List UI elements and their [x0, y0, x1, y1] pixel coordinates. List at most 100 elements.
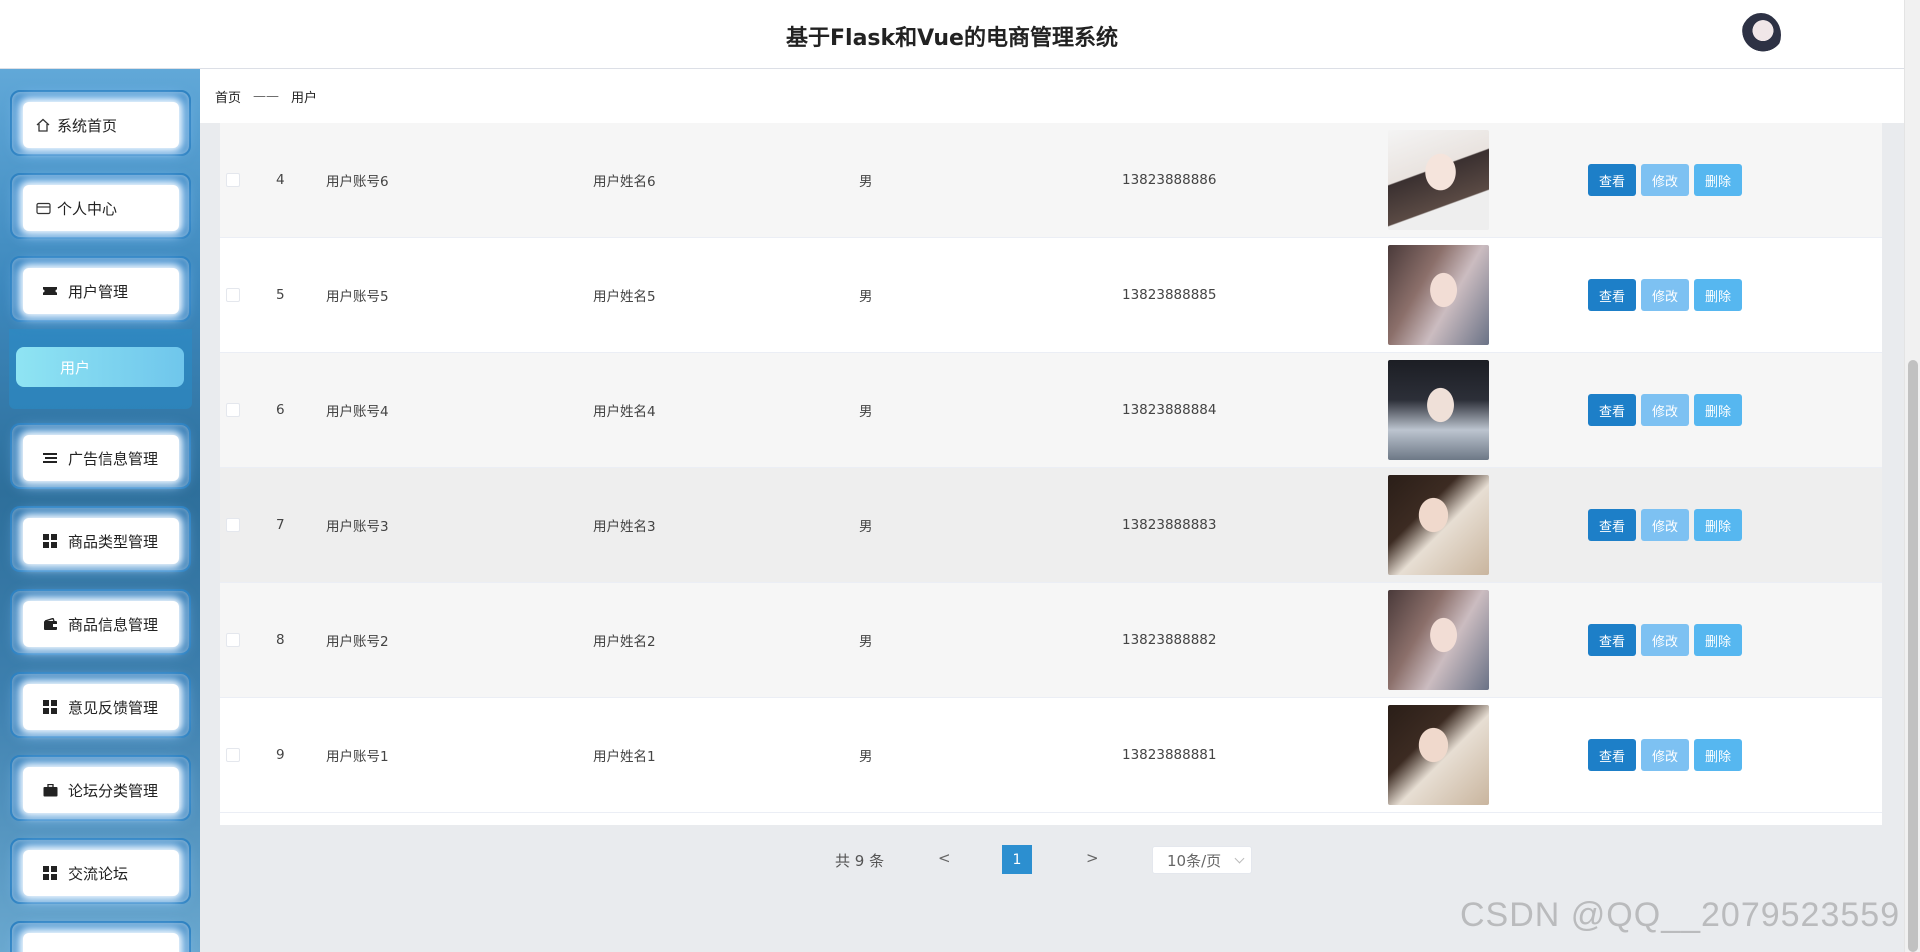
- row-actions: 查看 修改 删除: [1588, 739, 1742, 771]
- table-row: 5 用户账号5 用户姓名5 男 13823888885 查看 修改 删除: [220, 238, 1882, 353]
- sidebar-item-home[interactable]: 系统首页: [23, 102, 179, 148]
- row-checkbox[interactable]: [226, 518, 240, 532]
- row-actions: 查看 修改 删除: [1588, 279, 1742, 311]
- sidebar-item-label: 广告信息管理: [68, 449, 159, 468]
- page-size-value: 10条/页: [1167, 851, 1222, 870]
- sidebar-item-user-mgmt-frame: 用户管理: [10, 256, 191, 322]
- scrollbar-thumb[interactable]: [1908, 360, 1918, 952]
- row-name: 用户姓名4: [593, 404, 656, 420]
- delete-button[interactable]: 删除: [1694, 279, 1742, 311]
- sidebar-item-ads[interactable]: 广告信息管理: [23, 435, 179, 481]
- sidebar-item-goods[interactable]: 商品信息管理: [23, 601, 179, 647]
- row-actions: 查看 修改 删除: [1588, 394, 1742, 426]
- vertical-scrollbar[interactable]: [1904, 0, 1920, 952]
- row-checkbox[interactable]: [226, 748, 240, 762]
- pagination-prev-button[interactable]: <: [938, 849, 951, 867]
- row-account: 用户账号2: [326, 634, 389, 650]
- table-row: 7 用户账号3 用户姓名3 男 13823888883 查看 修改 删除: [220, 468, 1882, 583]
- user-avatar[interactable]: [1741, 13, 1781, 57]
- row-name: 用户姓名6: [593, 174, 656, 190]
- sidebar-item-label: 系统首页: [57, 116, 118, 135]
- sidebar-item-ads-frame: 广告信息管理: [10, 423, 191, 489]
- ticket-icon: [42, 283, 58, 299]
- table-row: 4 用户账号6 用户姓名6 男 13823888886 查看 修改 删除: [220, 123, 1882, 238]
- row-checkbox[interactable]: [226, 633, 240, 647]
- row-name: 用户姓名5: [593, 289, 656, 305]
- view-button[interactable]: 查看: [1588, 739, 1636, 771]
- id-card-icon: [35, 200, 51, 216]
- sidebar-item-more-frame: [10, 921, 191, 952]
- sidebar-item-label: 商品类型管理: [68, 532, 159, 551]
- row-photo: [1388, 130, 1489, 230]
- view-button[interactable]: 查看: [1588, 624, 1636, 656]
- top-header: 基于Flask和Vue的电商管理系统: [0, 0, 1904, 69]
- delete-button[interactable]: 删除: [1694, 509, 1742, 541]
- row-phone: 13823888882: [1122, 632, 1217, 648]
- row-photo: [1388, 360, 1489, 460]
- edit-button[interactable]: 修改: [1641, 394, 1689, 426]
- edit-button[interactable]: 修改: [1641, 739, 1689, 771]
- row-name: 用户姓名2: [593, 634, 656, 650]
- sidebar-item-forum[interactable]: 交流论坛: [23, 850, 179, 896]
- row-gender: 男: [859, 634, 873, 650]
- breadcrumb-separator: ——: [253, 88, 280, 104]
- row-gender: 男: [859, 174, 873, 190]
- page-size-select[interactable]: 10条/页: [1152, 846, 1252, 874]
- row-index: 6: [276, 402, 285, 418]
- row-gender: 男: [859, 404, 873, 420]
- sidebar-item-feedback-frame: 意见反馈管理: [10, 672, 191, 738]
- sidebar: 系统首页 个人中心 用户管理 用户 广告信息管理 商品类型管理 商品信息管理 意…: [0, 69, 200, 952]
- edit-button[interactable]: 修改: [1641, 279, 1689, 311]
- row-actions: 查看 修改 删除: [1588, 164, 1742, 196]
- sidebar-item-forum-frame: 交流论坛: [10, 838, 191, 904]
- user-table: 4 用户账号6 用户姓名6 男 13823888886 查看 修改 删除 5 用…: [220, 123, 1882, 825]
- row-index: 4: [276, 172, 285, 188]
- sidebar-item-label: 意见反馈管理: [68, 698, 159, 717]
- delete-button[interactable]: 删除: [1694, 739, 1742, 771]
- row-checkbox[interactable]: [226, 288, 240, 302]
- row-account: 用户账号6: [326, 174, 389, 190]
- sidebar-item-forum-category-frame: 论坛分类管理: [10, 755, 191, 821]
- home-icon: [35, 117, 51, 133]
- view-button[interactable]: 查看: [1588, 164, 1636, 196]
- breadcrumb-home[interactable]: 首页: [215, 87, 241, 106]
- delete-button[interactable]: 删除: [1694, 164, 1742, 196]
- sidebar-item-feedback[interactable]: 意见反馈管理: [23, 684, 179, 730]
- chevron-down-icon: [1234, 853, 1245, 864]
- row-gender: 男: [859, 519, 873, 535]
- edit-button[interactable]: 修改: [1641, 164, 1689, 196]
- row-photo: [1388, 590, 1489, 690]
- sidebar-item-more[interactable]: [23, 933, 179, 952]
- view-button[interactable]: 查看: [1588, 394, 1636, 426]
- pagination-page-1[interactable]: 1: [1002, 845, 1032, 874]
- sidebar-subitem-user[interactable]: 用户: [16, 347, 184, 387]
- row-account: 用户账号5: [326, 289, 389, 305]
- view-button[interactable]: 查看: [1588, 509, 1636, 541]
- sidebar-item-user-mgmt[interactable]: 用户管理: [23, 268, 179, 314]
- edit-button[interactable]: 修改: [1641, 509, 1689, 541]
- row-index: 5: [276, 287, 285, 303]
- pagination-next-button[interactable]: >: [1086, 849, 1099, 867]
- row-name: 用户姓名3: [593, 519, 656, 535]
- row-actions: 查看 修改 删除: [1588, 624, 1742, 656]
- delete-button[interactable]: 删除: [1694, 394, 1742, 426]
- row-photo: [1388, 705, 1489, 805]
- sidebar-item-category-frame: 商品类型管理: [10, 506, 191, 572]
- grid-icon: [42, 533, 58, 549]
- table-row: 6 用户账号4 用户姓名4 男 13823888884 查看 修改 删除: [220, 353, 1882, 468]
- row-index: 8: [276, 632, 285, 648]
- row-checkbox[interactable]: [226, 173, 240, 187]
- sidebar-item-profile[interactable]: 个人中心: [23, 185, 179, 231]
- sidebar-item-label: 个人中心: [57, 199, 118, 218]
- edit-button[interactable]: 修改: [1641, 624, 1689, 656]
- row-checkbox[interactable]: [226, 403, 240, 417]
- breadcrumb-current: 用户: [291, 90, 318, 106]
- sidebar-item-forum-category[interactable]: 论坛分类管理: [23, 767, 179, 813]
- sidebar-item-category[interactable]: 商品类型管理: [23, 518, 179, 564]
- delete-button[interactable]: 删除: [1694, 624, 1742, 656]
- view-button[interactable]: 查看: [1588, 279, 1636, 311]
- row-name: 用户姓名1: [593, 749, 656, 765]
- row-index: 7: [276, 517, 285, 533]
- briefcase-icon: [42, 782, 58, 798]
- table-row: 8 用户账号2 用户姓名2 男 13823888882 查看 修改 删除: [220, 583, 1882, 698]
